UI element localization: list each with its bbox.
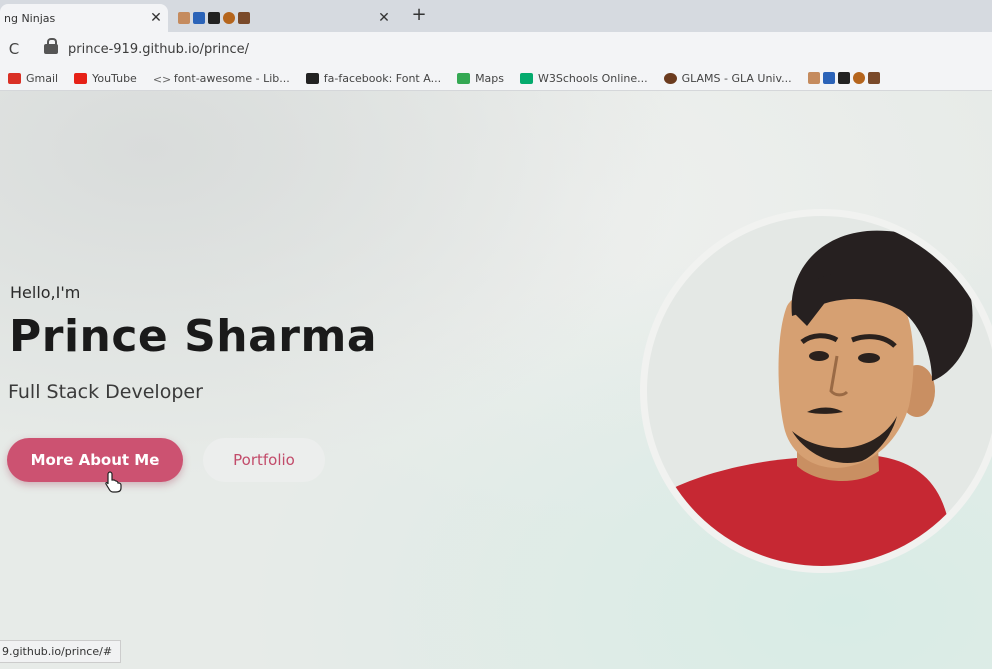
url-field[interactable]: prince-919.github.io/prince/ bbox=[68, 42, 249, 57]
w3schools-icon bbox=[520, 72, 534, 84]
bookmark-label: fa-facebook: Font A... bbox=[323, 71, 442, 85]
couple-emoji-icon bbox=[238, 12, 250, 24]
tab-title: ng Ninjas bbox=[4, 11, 56, 25]
profile-illustration bbox=[667, 230, 973, 566]
p-favicon-icon bbox=[193, 12, 205, 24]
status-bar: 9.github.io/prince/# bbox=[0, 640, 122, 663]
emoji-icon bbox=[223, 12, 235, 24]
s-favicon-icon bbox=[208, 12, 220, 24]
bookmark-label: YouTube bbox=[92, 71, 137, 85]
bookmark-fa-facebook[interactable]: fa-facebook: Font A... bbox=[305, 71, 442, 85]
code-icon: <> bbox=[152, 72, 172, 86]
portfolio-button[interactable]: Portfolio bbox=[203, 438, 325, 482]
avatar-favicon-icon bbox=[178, 12, 190, 24]
avatar-favicon-icon bbox=[807, 72, 820, 84]
glams-icon bbox=[663, 72, 677, 84]
lock-icon[interactable] bbox=[44, 38, 58, 54]
youtube-icon bbox=[74, 72, 88, 84]
new-tab-button[interactable]: + bbox=[408, 4, 430, 26]
bookmark-youtube[interactable]: YouTube bbox=[74, 72, 137, 85]
tab-strip: ng Ninjas ✕ ✕ + bbox=[0, 0, 992, 32]
hand-cursor-icon bbox=[105, 471, 122, 493]
couple-emoji-icon bbox=[867, 72, 880, 84]
more-about-me-button[interactable]: More About Me bbox=[7, 438, 183, 482]
page-content: Hello,I'm Prince Sharma Full Stack Devel… bbox=[0, 91, 992, 669]
bookmarks-bar: Gmail YouTube <> font-awesome - Lib... f… bbox=[0, 66, 992, 91]
bookmark-glams[interactable]: GLAMS - GLA Univ... bbox=[663, 71, 792, 85]
bookmark-label: Gmail bbox=[26, 71, 59, 85]
tab-close-icon[interactable]: ✕ bbox=[372, 10, 396, 26]
bookmark-label: font-awesome - Lib... bbox=[173, 71, 290, 85]
bookmark-label: GLAMS - GLA Univ... bbox=[681, 71, 792, 85]
profile-avatar bbox=[640, 209, 992, 573]
emoji-icon bbox=[852, 72, 865, 84]
bookmark-label: W3Schools Online... bbox=[538, 71, 648, 85]
reload-icon[interactable]: C bbox=[0, 40, 28, 58]
tab-favicons bbox=[168, 12, 372, 24]
bookmark-font-awesome[interactable]: <> font-awesome - Lib... bbox=[152, 71, 290, 86]
maps-icon bbox=[457, 72, 471, 84]
hero-name: Prince Sharma bbox=[9, 311, 378, 362]
tab-active[interactable]: ng Ninjas ✕ bbox=[0, 4, 168, 32]
image-icon bbox=[305, 72, 319, 84]
gmail-icon bbox=[8, 72, 21, 84]
tab-close-icon[interactable]: ✕ bbox=[144, 10, 168, 26]
tab-inactive[interactable]: ✕ bbox=[168, 4, 396, 32]
bookmark-gmail[interactable]: Gmail bbox=[8, 72, 58, 85]
hero-greeting: Hello,I'm bbox=[10, 283, 81, 302]
s-favicon-icon bbox=[837, 72, 850, 84]
hero-role: Full Stack Developer bbox=[8, 381, 203, 403]
bookmark-label: Maps bbox=[475, 71, 505, 85]
address-bar: C prince-919.github.io/prince/ bbox=[0, 32, 992, 66]
bookmark-w3schools[interactable]: W3Schools Online... bbox=[520, 72, 648, 85]
bookmark-maps[interactable]: Maps bbox=[457, 72, 504, 85]
bookmark-extras[interactable] bbox=[807, 72, 880, 84]
p-favicon-icon bbox=[822, 72, 835, 84]
